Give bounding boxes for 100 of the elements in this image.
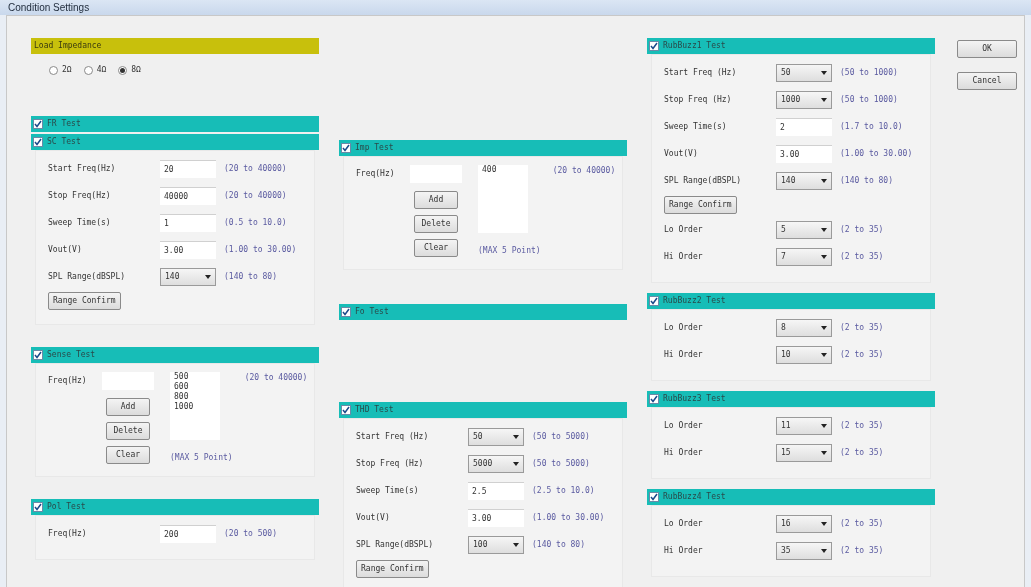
dropdown[interactable]: 50 <box>468 427 524 446</box>
dropdown-arrow-icon <box>821 97 827 102</box>
dropdown[interactable]: 5 <box>776 220 832 239</box>
dropdown-arrow-icon <box>513 461 519 466</box>
push-button[interactable]: Cancel <box>957 72 1017 90</box>
dropdown-arrow-icon <box>821 548 827 553</box>
section-title: Sense Test <box>47 349 96 361</box>
push-button[interactable]: Range Confirm <box>664 196 737 214</box>
push-button[interactable]: OK <box>957 40 1017 58</box>
range-hint: (50 to 1000) <box>840 93 898 106</box>
input-field[interactable]: 2.5 <box>468 481 524 500</box>
window-title: Condition Settings <box>8 1 90 15</box>
dropdown[interactable]: 50 <box>776 63 832 82</box>
max-points-note: (MAX 5 Point) <box>170 452 233 464</box>
list-item[interactable]: 800 <box>174 392 216 402</box>
section-title: RubBuzz1 Test <box>663 40 726 52</box>
dropdown[interactable]: 16 <box>776 514 832 533</box>
checkbox[interactable] <box>649 41 659 51</box>
push-button[interactable]: Add <box>414 191 458 209</box>
range-hint: (140 to 80) <box>840 174 893 187</box>
range-hint: (2 to 35) <box>840 517 884 530</box>
checkbox[interactable] <box>341 307 351 317</box>
checkbox[interactable] <box>649 394 659 404</box>
field-label: Vout(V) <box>356 511 391 524</box>
list-item[interactable]: 400 <box>482 165 524 175</box>
check-icon <box>34 120 42 128</box>
field-label: Start Freq(Hz) <box>48 162 117 175</box>
range-hint: (1.00 to 30.00) <box>532 511 605 524</box>
section-title: RubBuzz4 Test <box>663 491 726 503</box>
push-button[interactable]: Clear <box>414 239 458 257</box>
range-hint: (20 to 40000) <box>224 189 287 202</box>
list-item[interactable]: 500 <box>174 372 216 382</box>
range-hint: (2 to 35) <box>840 250 884 263</box>
list-item[interactable]: 600 <box>174 382 216 392</box>
input-field[interactable]: 3.00 <box>468 508 524 527</box>
radio-button[interactable] <box>118 65 128 75</box>
input-field[interactable]: 3.00 <box>776 144 832 163</box>
frequency-list[interactable]: 500 600 800 1000 <box>170 372 220 440</box>
push-button[interactable]: Delete <box>414 215 458 233</box>
field-label: Start Freq (Hz) <box>664 66 738 79</box>
field-label: Sweep Time(s) <box>48 216 112 229</box>
range-hint: (2 to 35) <box>840 544 884 557</box>
field-label: Lo Order <box>664 419 704 432</box>
dropdown[interactable]: 7 <box>776 247 832 266</box>
dropdown[interactable]: 140 <box>160 267 216 286</box>
push-button[interactable]: Range Confirm <box>356 560 429 578</box>
checkbox[interactable] <box>341 405 351 415</box>
checkbox[interactable] <box>341 143 351 153</box>
check-icon <box>34 138 42 146</box>
radio-label: 2Ω <box>62 64 72 76</box>
input-field[interactable]: 20 <box>160 159 216 178</box>
push-button[interactable]: Delete <box>106 422 150 440</box>
range-hint: (2 to 35) <box>840 348 884 361</box>
checkbox[interactable] <box>33 119 43 129</box>
field-label: SPL Range(dBSPL) <box>48 270 127 283</box>
dropdown[interactable]: 140 <box>776 171 832 190</box>
list-item[interactable]: 1000 <box>174 402 216 412</box>
input-field[interactable]: 2 <box>776 117 832 136</box>
checkbox[interactable] <box>649 296 659 306</box>
checkbox[interactable] <box>649 492 659 502</box>
range-hint: (20 to 40000) <box>552 165 616 177</box>
radio-button[interactable] <box>49 65 58 75</box>
frequency-list[interactable]: 400 <box>478 165 528 233</box>
range-hint: (2 to 35) <box>840 446 884 459</box>
field-label: Freq(Hz) <box>356 168 396 180</box>
input-field[interactable]: 3.00 <box>160 240 216 259</box>
field-label: Lo Order <box>664 321 704 334</box>
check-icon <box>342 308 350 316</box>
dropdown[interactable]: 15 <box>776 443 832 462</box>
radio-label: 8Ω <box>131 64 141 76</box>
section-title: Load Impedance <box>34 40 102 52</box>
radio-button[interactable] <box>83 65 93 75</box>
dropdown[interactable]: 11 <box>776 416 832 435</box>
range-hint: (20 to 500) <box>224 527 277 540</box>
field-label: SPL Range(dBSPL) <box>664 174 743 187</box>
dropdown[interactable]: 8 <box>776 318 832 337</box>
input-field[interactable]: 1 <box>160 213 216 232</box>
field-label: Lo Order <box>664 223 704 236</box>
dropdown[interactable]: 1000 <box>776 90 832 109</box>
dropdown[interactable]: 100 <box>468 535 524 554</box>
push-button[interactable]: Range Confirm <box>48 292 121 310</box>
dropdown[interactable]: 35 <box>776 541 832 560</box>
dropdown-arrow-icon <box>205 274 211 279</box>
check-icon <box>650 297 658 305</box>
checkbox[interactable] <box>33 502 43 512</box>
push-button[interactable]: Clear <box>106 446 150 464</box>
range-hint: (2 to 35) <box>840 321 884 334</box>
dropdown[interactable]: 10 <box>776 345 832 364</box>
check-icon <box>34 503 42 511</box>
checkbox[interactable] <box>33 350 43 360</box>
checkbox[interactable] <box>33 137 43 147</box>
range-hint: (2 to 35) <box>840 419 884 432</box>
field-label: Freq(Hz) <box>48 527 88 540</box>
field-label: Hi Order <box>664 250 704 263</box>
field-label: Freq(Hz) <box>48 375 88 387</box>
dropdown[interactable]: 5000 <box>468 454 524 473</box>
input-field[interactable]: 200 <box>160 524 216 543</box>
range-hint: (1.00 to 30.00) <box>840 147 913 160</box>
input-field[interactable]: 40000 <box>160 186 216 205</box>
push-button[interactable]: Add <box>106 398 150 416</box>
